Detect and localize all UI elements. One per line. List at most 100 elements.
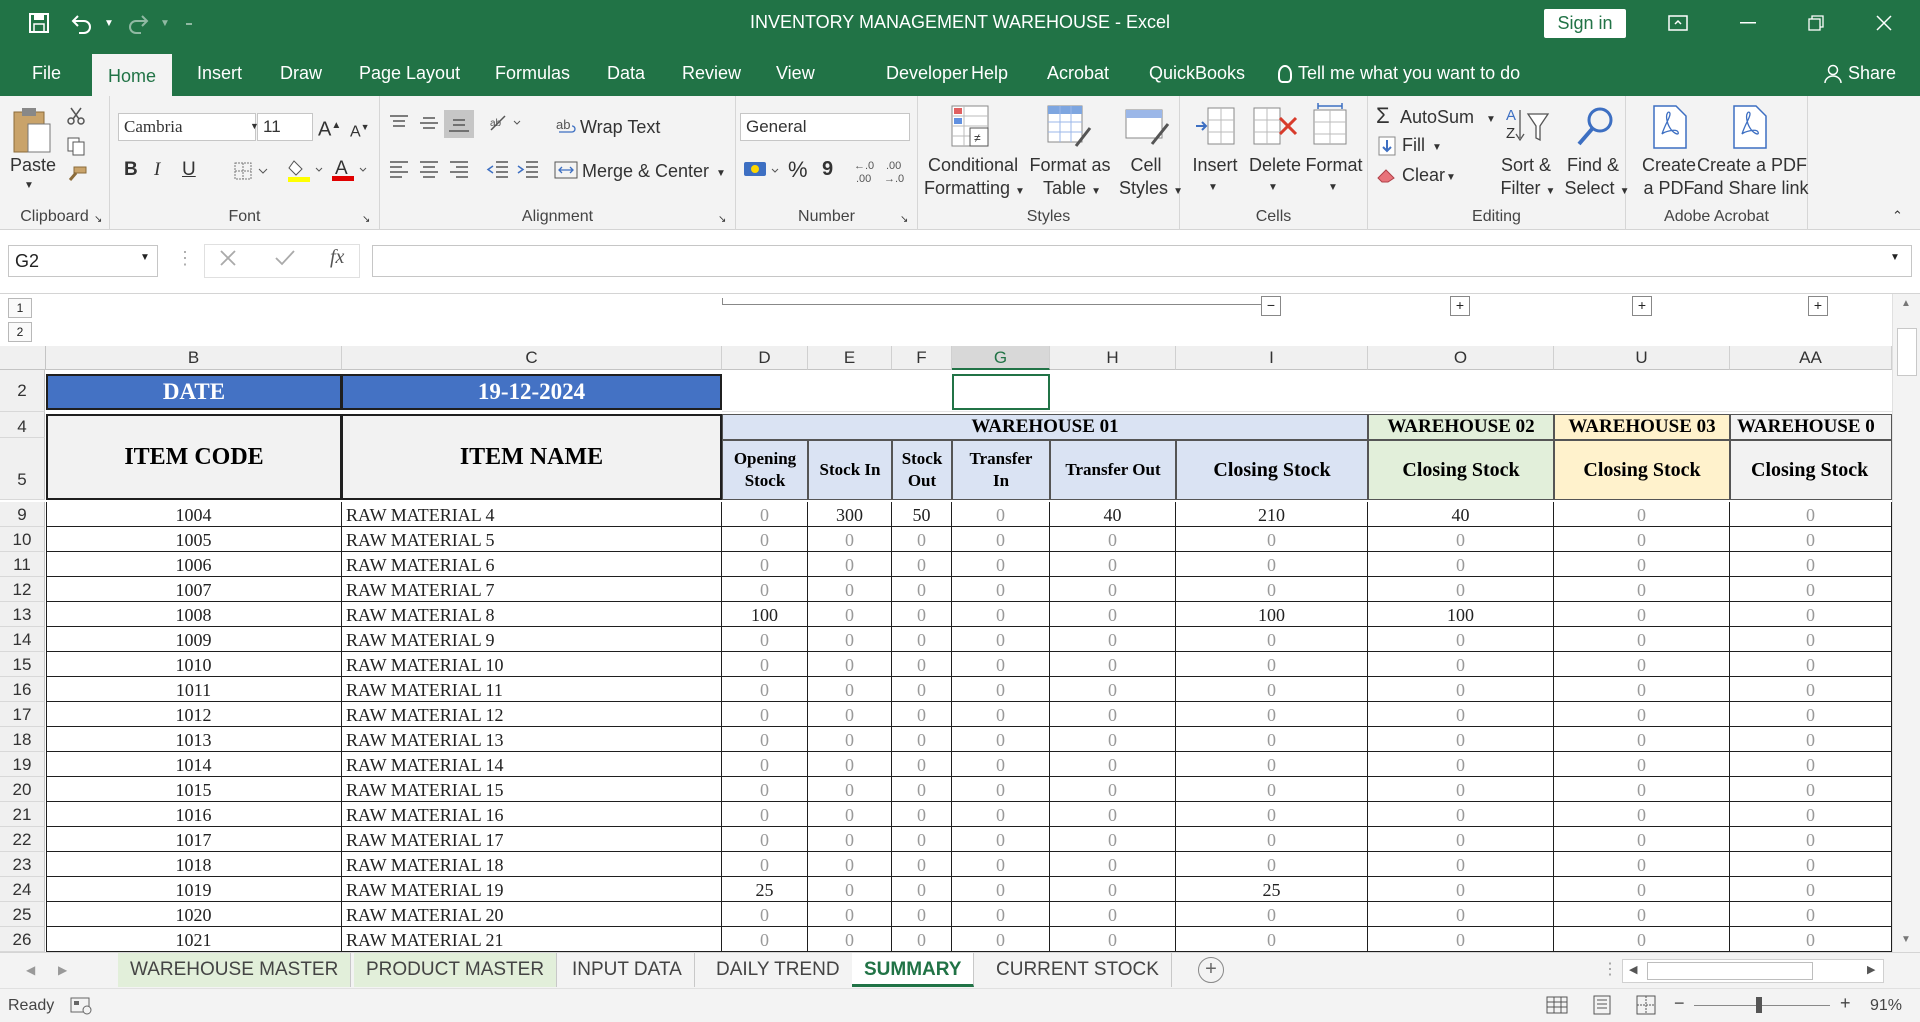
stock-value-cell[interactable]: 0 — [722, 502, 808, 527]
item-name-cell[interactable]: RAW MATERIAL 4 — [342, 502, 722, 527]
stock-value-cell[interactable]: 0 — [1368, 927, 1554, 952]
format-cells-button[interactable]: Format — [1304, 154, 1364, 177]
stock-out-header[interactable]: Stock Out — [892, 440, 952, 500]
stock-value-cell[interactable]: 0 — [952, 802, 1050, 827]
stock-value-cell[interactable]: 0 — [952, 877, 1050, 902]
paste-icon[interactable] — [12, 106, 52, 156]
stock-value-cell[interactable]: 0 — [1050, 552, 1176, 577]
sheet-tab-input-data[interactable]: INPUT DATA — [560, 953, 695, 987]
row-header[interactable]: 2 — [0, 370, 45, 412]
stock-value-cell[interactable]: 0 — [1730, 902, 1892, 927]
stock-value-cell[interactable]: 0 — [722, 652, 808, 677]
stock-value-cell[interactable]: 210 — [1176, 502, 1368, 527]
stock-value-cell[interactable]: 0 — [1730, 527, 1892, 552]
stock-value-cell[interactable]: 0 — [722, 927, 808, 952]
item-name-cell[interactable]: RAW MATERIAL 7 — [342, 577, 722, 602]
sheet-tab-summary[interactable]: SUMMARY — [852, 953, 975, 987]
stock-value-cell[interactable]: 0 — [722, 677, 808, 702]
item-name-cell[interactable]: RAW MATERIAL 6 — [342, 552, 722, 577]
clear-button[interactable]: Clear — [1402, 164, 1445, 187]
tell-me-search[interactable]: Tell me what you want to do — [1272, 46, 1526, 96]
tab-developer[interactable]: Developer — [880, 46, 974, 96]
clipboard-launcher-icon[interactable]: ↘ — [94, 208, 102, 231]
stock-value-cell[interactable]: 0 — [1050, 902, 1176, 927]
item-name-cell[interactable]: RAW MATERIAL 9 — [342, 627, 722, 652]
stock-value-cell[interactable]: 0 — [722, 727, 808, 752]
stock-value-cell[interactable]: 0 — [1368, 802, 1554, 827]
column-header-u[interactable]: U — [1554, 346, 1730, 370]
stock-value-cell[interactable]: 0 — [1176, 627, 1368, 652]
find-select-button[interactable]: Select ▼ — [1562, 177, 1632, 203]
item-name-cell[interactable]: RAW MATERIAL 8 — [342, 602, 722, 627]
stock-value-cell[interactable]: 0 — [1368, 577, 1554, 602]
insert-cells-button[interactable]: Insert — [1190, 154, 1240, 177]
stock-value-cell[interactable]: 0 — [952, 752, 1050, 777]
sheet-tab-product-master[interactable]: PRODUCT MASTER — [354, 953, 558, 987]
sheet-tab-daily-trend[interactable]: DAILY TREND — [704, 953, 853, 987]
format-cells-icon[interactable] — [1310, 102, 1350, 148]
alignment-launcher-icon[interactable]: ↘ — [718, 208, 726, 231]
outline-expand-button-aa[interactable]: + — [1808, 296, 1828, 316]
insert-dropdown-icon[interactable]: ▼ — [1208, 176, 1218, 199]
stock-value-cell[interactable]: 0 — [892, 927, 952, 952]
stock-value-cell[interactable]: 0 — [952, 902, 1050, 927]
column-header-c[interactable]: C — [342, 346, 722, 370]
stock-value-cell[interactable]: 40 — [1368, 502, 1554, 527]
stock-value-cell[interactable]: 0 — [1050, 577, 1176, 602]
underline-button[interactable]: U — [182, 158, 196, 181]
stock-value-cell[interactable]: 0 — [808, 702, 892, 727]
stock-value-cell[interactable]: 0 — [892, 827, 952, 852]
tab-data[interactable]: Data — [601, 46, 651, 96]
stock-value-cell[interactable]: 0 — [1730, 802, 1892, 827]
stock-value-cell[interactable]: 0 — [1176, 677, 1368, 702]
autosum-dropdown-icon[interactable]: ▼ — [1486, 108, 1496, 131]
item-name-cell[interactable]: RAW MATERIAL 16 — [342, 802, 722, 827]
percent-style-button[interactable]: % — [788, 158, 808, 181]
row-header[interactable]: 5 — [0, 438, 45, 500]
row-header[interactable]: 19 — [0, 752, 45, 777]
stock-value-cell[interactable]: 0 — [892, 652, 952, 677]
sheet-tab-warehouse-master[interactable]: WAREHOUSE MASTER — [118, 953, 352, 987]
item-name-cell[interactable]: RAW MATERIAL 10 — [342, 652, 722, 677]
stock-value-cell[interactable]: 0 — [1730, 877, 1892, 902]
stock-value-cell[interactable]: 0 — [1050, 677, 1176, 702]
warehouse-03-header[interactable]: WAREHOUSE 03 — [1554, 414, 1730, 440]
stock-value-cell[interactable]: 0 — [892, 602, 952, 627]
stock-value-cell[interactable]: 0 — [1176, 727, 1368, 752]
stock-value-cell[interactable]: 0 — [1554, 802, 1730, 827]
stock-value-cell[interactable]: 0 — [1554, 877, 1730, 902]
stock-value-cell[interactable]: 0 — [808, 927, 892, 952]
stock-value-cell[interactable]: 0 — [1176, 927, 1368, 952]
item-name-cell[interactable]: RAW MATERIAL 21 — [342, 927, 722, 952]
create-share-line1[interactable]: Create a PDF — [1694, 154, 1810, 177]
item-name-cell[interactable]: RAW MATERIAL 11 — [342, 677, 722, 702]
stock-value-cell[interactable]: 0 — [1368, 677, 1554, 702]
stock-value-cell[interactable]: 25 — [1176, 877, 1368, 902]
insert-function-icon[interactable]: fx — [330, 246, 344, 269]
stock-value-cell[interactable]: 0 — [892, 727, 952, 752]
stock-value-cell[interactable]: 0 — [952, 602, 1050, 627]
stock-value-cell[interactable]: 0 — [952, 627, 1050, 652]
number-format-dropdown[interactable]: General — [740, 113, 910, 141]
format-painter-icon[interactable] — [66, 166, 88, 186]
scroll-down-icon[interactable]: ▼ — [1901, 934, 1911, 945]
row-header[interactable]: 16 — [0, 677, 45, 702]
stock-value-cell[interactable]: 0 — [1368, 777, 1554, 802]
stock-value-cell[interactable]: 0 — [722, 852, 808, 877]
sort-filter-icon[interactable]: AZ — [1504, 104, 1550, 148]
stock-value-cell[interactable]: 0 — [892, 777, 952, 802]
stock-value-cell[interactable]: 0 — [1730, 702, 1892, 727]
paste-dropdown-icon[interactable]: ▼ — [24, 174, 34, 197]
stock-value-cell[interactable]: 0 — [1050, 602, 1176, 627]
opening-stock-header[interactable]: Opening Stock — [722, 440, 808, 500]
tab-review[interactable]: Review — [676, 46, 747, 96]
stock-value-cell[interactable]: 40 — [1050, 502, 1176, 527]
closing-stock-wh2-header[interactable]: Closing Stock — [1368, 440, 1554, 500]
stock-value-cell[interactable]: 0 — [1730, 552, 1892, 577]
zoom-slider-thumb[interactable] — [1756, 997, 1762, 1013]
item-code-cell[interactable]: 1005 — [46, 527, 342, 552]
stock-value-cell[interactable]: 0 — [1368, 852, 1554, 877]
stock-value-cell[interactable]: 0 — [1368, 827, 1554, 852]
stock-value-cell[interactable]: 0 — [722, 527, 808, 552]
ribbon-display-options-icon[interactable] — [1650, 0, 1706, 46]
